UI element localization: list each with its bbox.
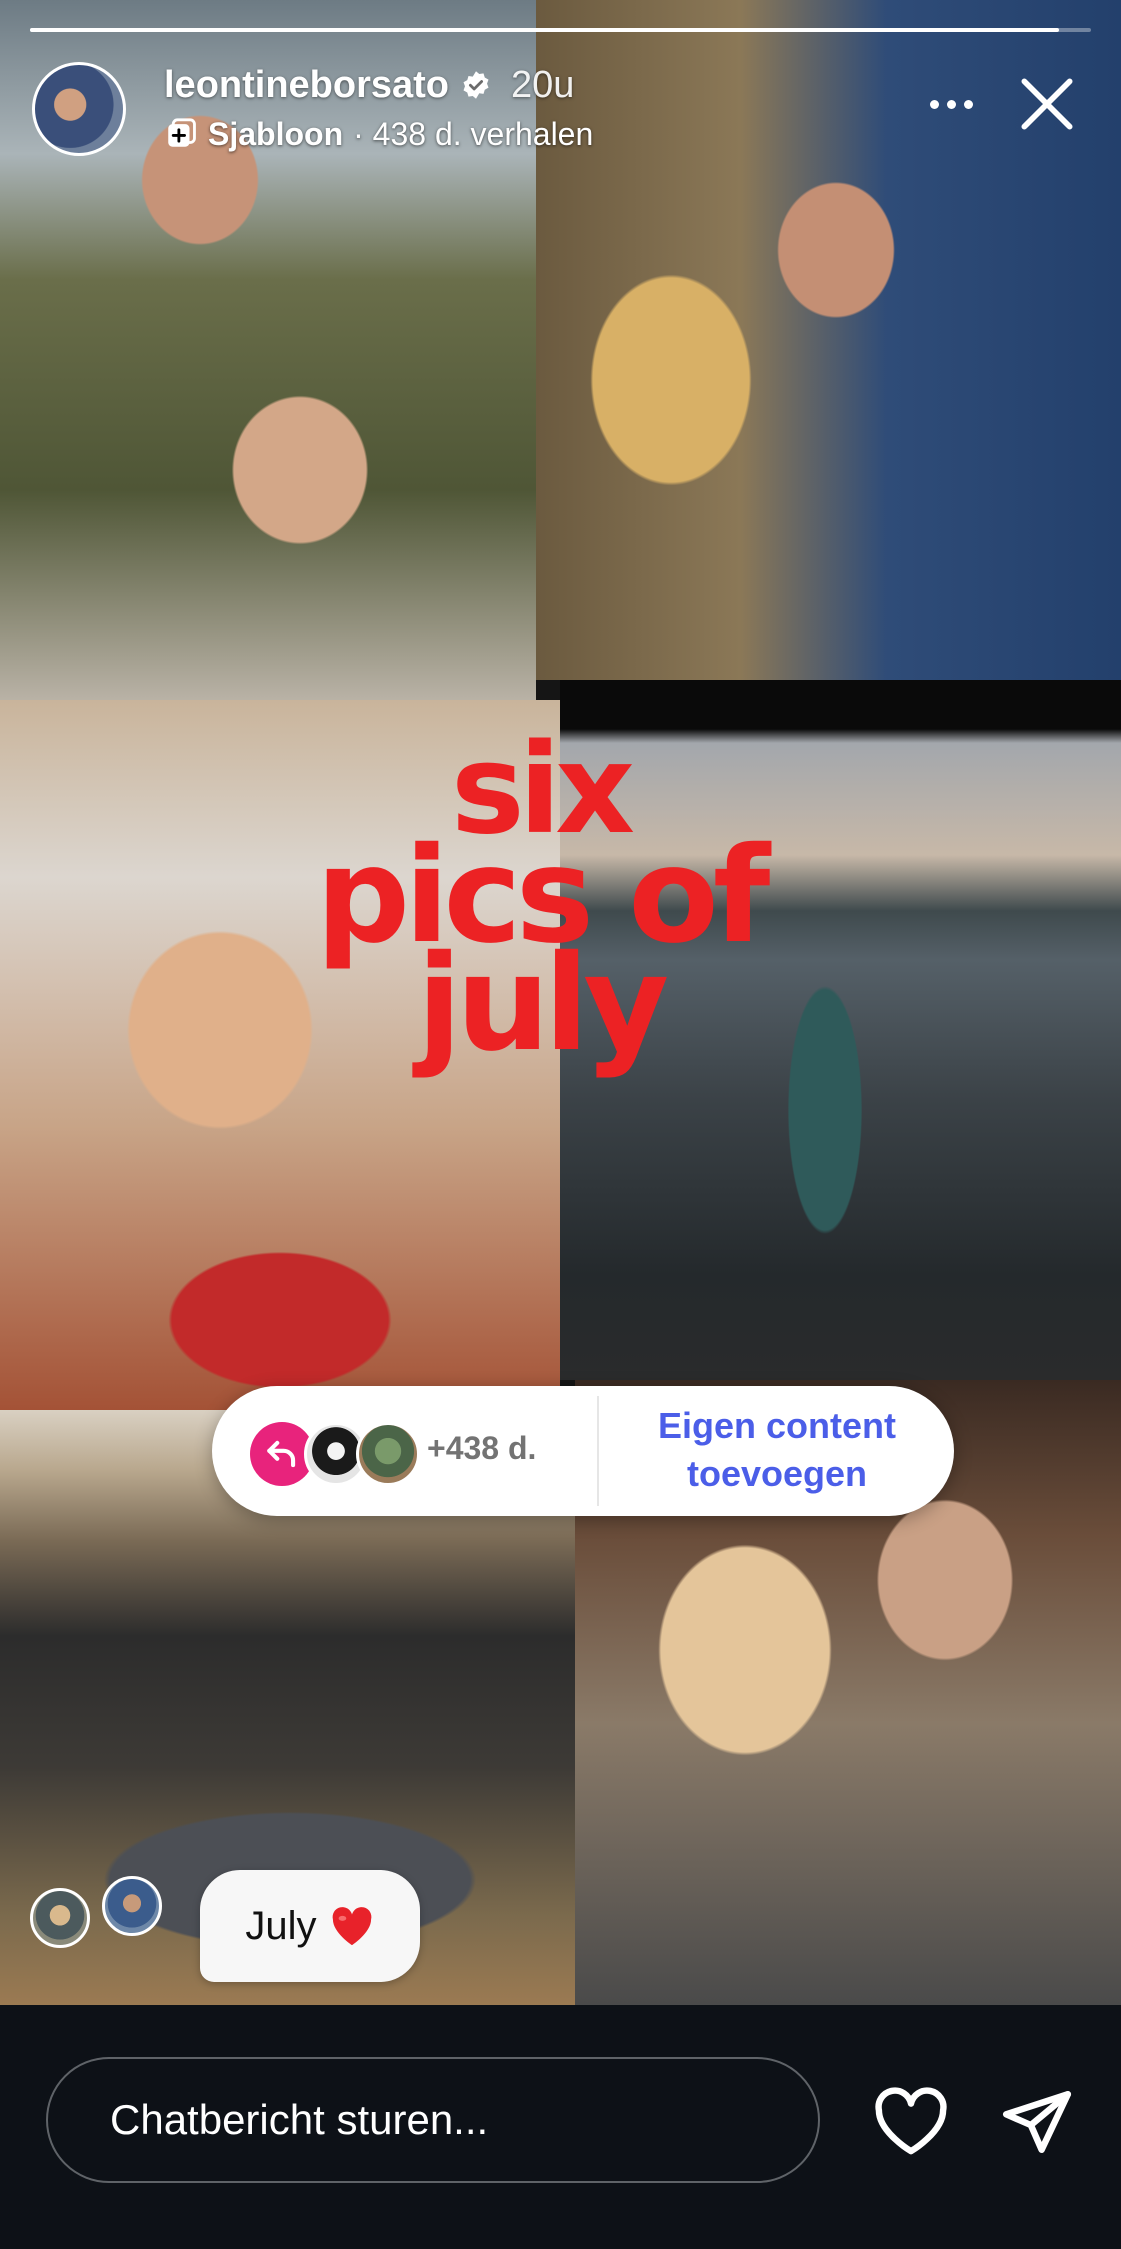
avatar[interactable] <box>32 62 126 156</box>
participant-avatar <box>356 1422 420 1486</box>
story-progress-bar <box>30 28 1091 32</box>
template-label: Sjabloon <box>208 115 344 152</box>
time-ago: 20u <box>511 63 575 106</box>
verified-badge-icon <box>463 71 489 99</box>
template-info[interactable]: Sjabloon · 438 d. verhalen <box>164 114 593 154</box>
template-icon <box>168 118 196 147</box>
story-header: leontineborsato 20u Sjabloon · 438 d. ve… <box>32 62 1101 162</box>
participant-count: +438 d. <box>427 1430 537 1466</box>
message-input[interactable]: Chatbericht sturen... <box>46 2057 820 2183</box>
add-own-content-button[interactable]: Eigen content toevoegen <box>600 1402 954 1502</box>
story-text-overlay: six pics of july <box>280 728 800 1070</box>
red-heart-icon <box>332 1907 371 1946</box>
message-placeholder: Chatbericht sturen... <box>110 2096 489 2143</box>
username-row: leontineborsato 20u <box>164 62 574 108</box>
heart-icon[interactable] <box>872 2087 950 2157</box>
close-icon[interactable] <box>1013 70 1081 138</box>
story-viewer[interactable]: six pics of july leontineborsato 20u Sja… <box>0 0 1121 2005</box>
cta-line-1: Eigen content <box>657 1405 896 1446</box>
caption-sticker: July <box>200 1870 420 1982</box>
template-meta: · 438 d. verhalen <box>353 115 594 152</box>
reply-bar: Chatbericht sturen... <box>0 2005 1121 2249</box>
mention-avatars[interactable] <box>30 1876 180 1952</box>
mention-avatar[interactable] <box>102 1876 162 1936</box>
more-options-icon[interactable] <box>921 84 981 124</box>
send-icon[interactable] <box>1000 2085 1074 2159</box>
username[interactable]: leontineborsato <box>164 64 449 107</box>
reply-arrow-glyph <box>267 1440 296 1468</box>
mention-avatar[interactable] <box>30 1888 90 1948</box>
pill-divider <box>597 1396 599 1506</box>
caption-text: July <box>245 1903 317 1948</box>
story-progress-fill <box>30 28 1060 32</box>
template-pill: +438 d. Eigen content toevoegen <box>212 1386 954 1516</box>
cta-line-2: toevoegen <box>686 1453 868 1494</box>
